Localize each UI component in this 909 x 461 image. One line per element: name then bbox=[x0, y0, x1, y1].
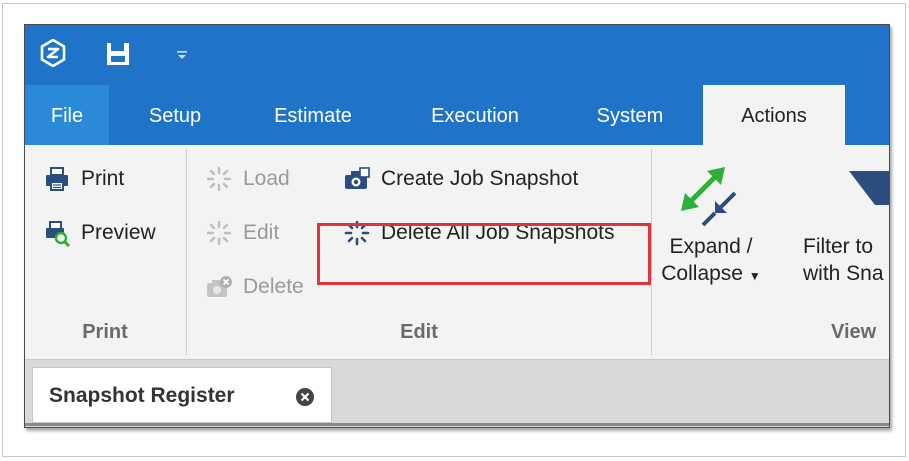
ribbon-tabs: File Setup Estimate Execution System Act… bbox=[25, 85, 889, 145]
title-bar bbox=[25, 25, 889, 85]
create-job-snapshot-button[interactable]: Create Job Snapshot bbox=[343, 159, 578, 199]
edit-button[interactable]: Edit bbox=[205, 213, 279, 253]
save-icon[interactable] bbox=[105, 41, 131, 67]
expand-collapse-button[interactable]: Expand / Collapse ▼ bbox=[661, 157, 761, 299]
window-bottom-border bbox=[25, 423, 889, 426]
print-group-label: Print bbox=[82, 321, 128, 343]
preview-label: Preview bbox=[81, 221, 156, 244]
camera-delete-icon bbox=[207, 276, 232, 297]
highlight-box bbox=[317, 223, 651, 285]
preview-button[interactable]: Preview bbox=[43, 213, 156, 253]
app-logo-icon bbox=[40, 39, 66, 67]
filter-label-line1: Filter to bbox=[803, 235, 874, 258]
edit-label: Edit bbox=[243, 221, 280, 244]
tab-file[interactable]: File bbox=[25, 85, 109, 145]
print-button[interactable]: Print bbox=[43, 159, 124, 199]
delete-button[interactable]: Delete bbox=[205, 267, 304, 307]
filter-label-line2: with Sna bbox=[803, 262, 884, 285]
document-tab-snapshot-register[interactable]: Snapshot Register bbox=[32, 367, 332, 423]
collapse-label: Collapse ▼ bbox=[661, 262, 761, 285]
loading-spinner-icon bbox=[206, 220, 232, 246]
chevron-down-icon: ▼ bbox=[748, 269, 761, 283]
expand-collapse-icon bbox=[681, 167, 737, 227]
document-tab-strip: Snapshot Register bbox=[25, 360, 889, 427]
group-separator bbox=[651, 149, 652, 355]
view-group-label: View bbox=[831, 321, 877, 343]
loading-spinner-icon bbox=[206, 166, 232, 192]
print-label: Print bbox=[81, 167, 125, 190]
tab-system[interactable]: System bbox=[573, 85, 687, 145]
print-preview-icon bbox=[46, 221, 71, 247]
tab-estimate[interactable]: Estimate bbox=[251, 85, 375, 145]
chevron-down-icon[interactable] bbox=[175, 49, 189, 61]
edit-group-label: Edit bbox=[400, 321, 438, 343]
filter-snapshots-button[interactable]: Filter to with Sna bbox=[793, 157, 889, 299]
tab-actions[interactable]: Actions bbox=[703, 85, 845, 145]
document-tab-label: Snapshot Register bbox=[49, 384, 235, 407]
app-window: File Setup Estimate Execution System Act… bbox=[24, 24, 890, 428]
camera-icon bbox=[345, 167, 370, 189]
tab-setup[interactable]: Setup bbox=[129, 85, 221, 145]
close-icon[interactable] bbox=[295, 387, 315, 407]
load-button[interactable]: Load bbox=[205, 159, 290, 199]
tab-execution[interactable]: Execution bbox=[409, 85, 541, 145]
delete-label: Delete bbox=[243, 275, 304, 298]
expand-label: Expand / bbox=[669, 235, 753, 258]
create-job-snapshot-label: Create Job Snapshot bbox=[381, 167, 579, 190]
ribbon-panel: Print Preview Print Load Edit Delete Cre… bbox=[25, 145, 889, 360]
printer-icon bbox=[46, 167, 68, 191]
load-label: Load bbox=[243, 167, 290, 190]
filter-funnel-icon bbox=[849, 171, 889, 205]
